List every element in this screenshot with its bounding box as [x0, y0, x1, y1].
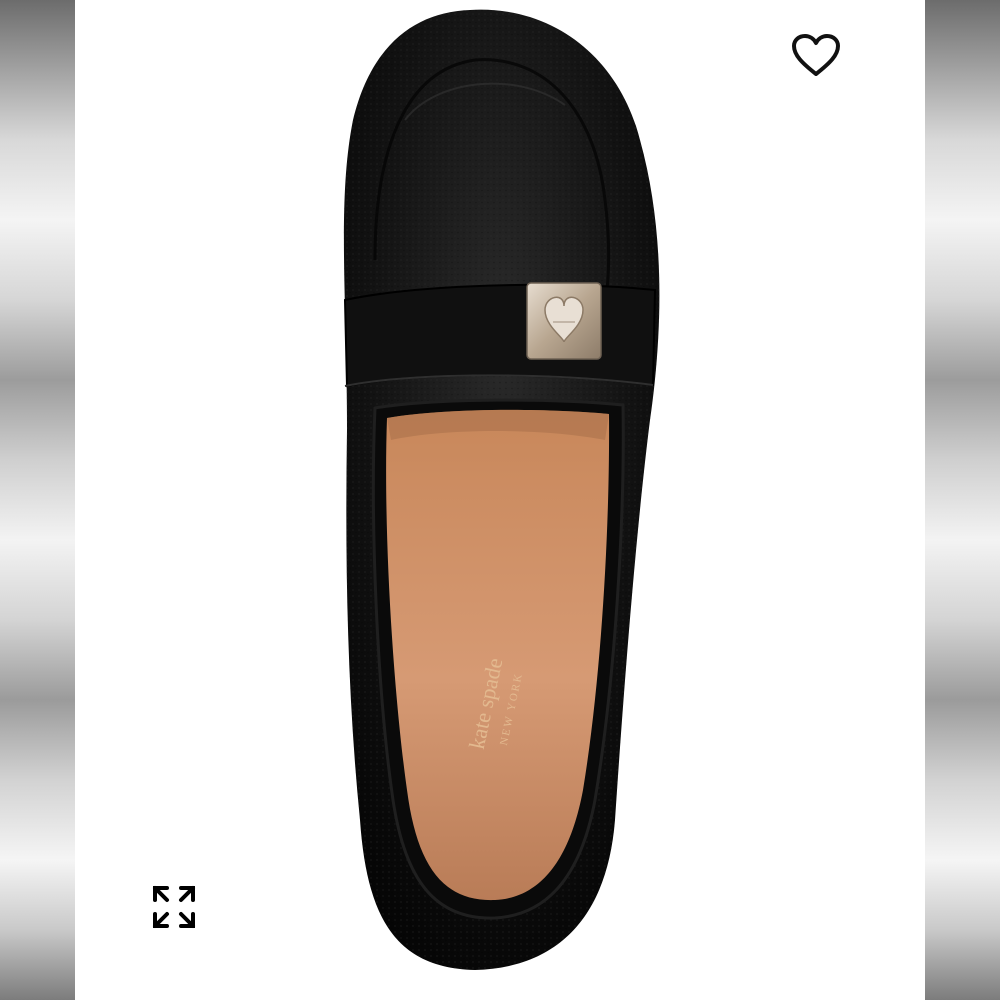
shoe-strap [343, 283, 657, 388]
right-background-band [925, 0, 1000, 1000]
left-background-band [0, 0, 75, 1000]
expand-arrows-icon [153, 886, 195, 928]
turnlock-hardware [526, 282, 602, 360]
expand-image-button[interactable] [147, 880, 201, 934]
product-image: kate spade NEW YORK [343, 9, 660, 970]
product-image-frame: kate spade NEW YORK [75, 0, 925, 1000]
heart-outline-icon [792, 34, 840, 76]
favorite-button[interactable] [787, 30, 845, 80]
product-viewer: kate spade NEW YORK [0, 0, 1000, 1000]
